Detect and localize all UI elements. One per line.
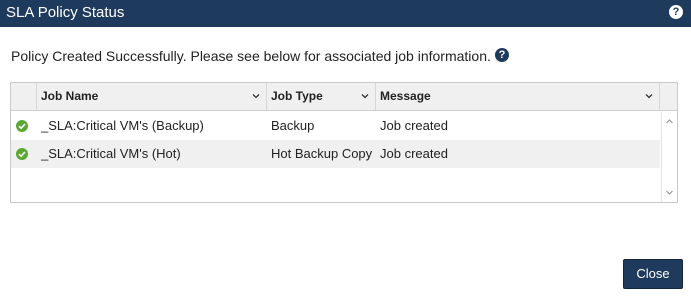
column-label-job-name: Job Name xyxy=(41,89,99,103)
status-cell xyxy=(15,140,29,168)
job-name-cell: _SLA:Critical VM's (Hot) xyxy=(41,146,181,161)
check-circle-icon xyxy=(16,120,28,132)
status-cell xyxy=(15,112,29,140)
table-row[interactable]: _SLA:Critical VM's (Backup) Backup Job c… xyxy=(11,112,660,140)
job-name-cell: _SLA:Critical VM's (Backup) xyxy=(41,118,204,133)
check-circle-icon xyxy=(16,148,28,160)
message-cell: Job created xyxy=(380,146,448,161)
message-cell: Job created xyxy=(380,118,448,133)
chevron-down-icon[interactable] xyxy=(252,92,260,100)
vertical-scrollbar[interactable] xyxy=(661,112,677,202)
column-label-job-type: Job Type xyxy=(271,89,323,103)
column-header-status xyxy=(11,83,37,110)
dialog-titlebar: SLA Policy Status ? xyxy=(0,0,691,27)
column-label-message: Message xyxy=(380,89,431,103)
chevron-down-icon[interactable] xyxy=(361,92,369,100)
status-message: Policy Created Successfully. Please see … xyxy=(11,48,491,64)
job-type-cell: Hot Backup Copy xyxy=(271,146,373,161)
column-header-message[interactable]: Message xyxy=(376,83,660,110)
column-header-job-type[interactable]: Job Type xyxy=(267,83,376,110)
column-header-job-name[interactable]: Job Name xyxy=(37,83,267,110)
close-button[interactable]: Close xyxy=(623,259,683,289)
message-help-icon[interactable]: ? xyxy=(495,48,509,62)
job-type-cell: Backup xyxy=(271,118,315,133)
scroll-down-icon[interactable] xyxy=(665,188,674,197)
chevron-down-icon[interactable] xyxy=(645,92,653,100)
grid-header: Job Name Job Type Message xyxy=(11,83,677,111)
table-row[interactable]: _SLA:Critical VM's (Hot) Hot Backup Copy… xyxy=(11,140,660,168)
job-grid: Job Name Job Type Message _SLA:Critical … xyxy=(10,82,678,203)
scroll-up-icon[interactable] xyxy=(665,117,674,126)
help-icon[interactable]: ? xyxy=(669,5,683,19)
dialog-title: SLA Policy Status xyxy=(6,4,125,21)
